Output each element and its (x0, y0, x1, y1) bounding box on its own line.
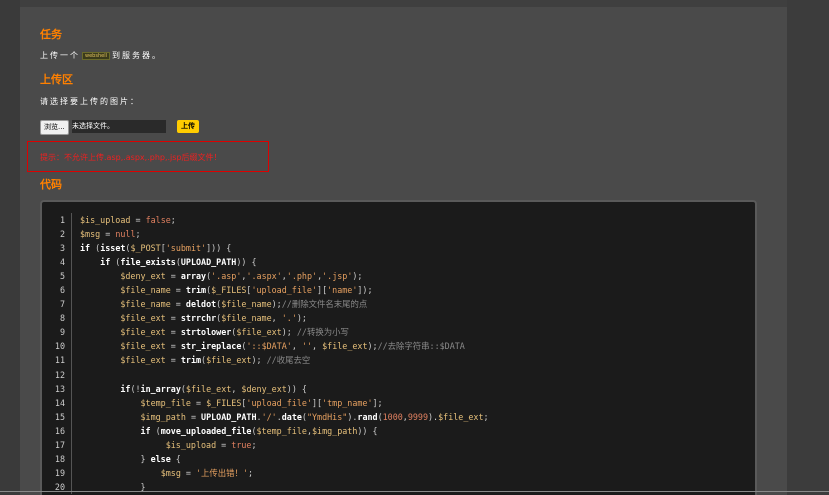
code-line: 4 if (file_exists(UPLOAD_PATH)) { (42, 255, 755, 270)
gutter-divider (71, 297, 72, 312)
upload-button[interactable]: 上传 (177, 120, 199, 133)
code-text: $file_ext = trim($file_ext); //收尾去空 (120, 355, 311, 366)
code-line: 18 } else { (42, 451, 755, 466)
webshell-tag: webshell (82, 51, 110, 60)
gutter-divider (71, 283, 72, 298)
line-number: 1 (59, 215, 65, 225)
code-lines: 1 $is_upload = false; 2 $msg = null; 3 if (is… (42, 213, 755, 494)
gutter-divider (71, 381, 72, 396)
gutter-divider (71, 213, 72, 228)
code-line: 2 $msg = null; (42, 227, 755, 242)
code-text: $img_path = UPLOAD_PATH.'/'.date("YmdHis… (140, 411, 489, 422)
gutter-divider (71, 311, 72, 326)
warning-text: 提示：不允许上传.asp,.aspx,.php,.jsp后缀文件！ (40, 153, 222, 162)
line-number: 3 (59, 243, 65, 254)
code-text: $file_ext = strtolower($file_ext); //转换为… (120, 327, 349, 338)
line-number: 6 (59, 285, 65, 296)
task-heading: 任务 (40, 28, 62, 41)
code-line: 15 $img_path = UPLOAD_PATH.'/'.date("Ymd… (42, 409, 755, 424)
gutter-divider (71, 451, 72, 466)
line-number: 18 (54, 453, 65, 464)
upload-prompt: 请选择要上传的图片： (40, 97, 140, 106)
code-text: $file_name = deldot($file_name);//删除文件名末… (120, 299, 368, 310)
gutter-divider (71, 395, 72, 410)
warning-box: 提示：不允许上传.asp,.aspx,.php,.jsp后缀文件！ (27, 141, 269, 172)
code-text: $is_upload = true; (165, 439, 257, 450)
code-text: if (move_uploaded_file($temp_file,$img_p… (140, 425, 378, 436)
left-margin (0, 0, 20, 495)
code-text: $file_ext = str_ireplace('::$DATA', '', … (120, 341, 465, 352)
task-description: 上传一个 webshell 到服务器。 (40, 50, 162, 61)
gutter-divider (71, 339, 72, 354)
line-number: 5 (59, 271, 65, 282)
line-number: 8 (59, 313, 65, 324)
gutter-divider (71, 325, 72, 340)
line-number: 10 (54, 341, 65, 352)
file-status-label: 未选择文件。 (72, 120, 166, 133)
code-text: if(!in_array($file_ext, $deny_ext)) { (120, 383, 307, 394)
code-text: $temp_file = $_FILES['upload_file']['tmp… (140, 397, 383, 408)
line-number: 13 (54, 383, 65, 394)
line-number: 16 (54, 425, 65, 436)
gutter-divider (71, 437, 72, 452)
code-line: 6 $file_name = trim($_FILES['upload_file… (42, 283, 755, 298)
bottom-divider (0, 491, 829, 492)
line-number: 2 (59, 229, 65, 240)
browse-button[interactable]: 浏览... (40, 120, 69, 135)
code-heading: 代码 (40, 178, 62, 191)
gutter-divider (71, 241, 72, 256)
code-line: 7 $file_name = deldot($file_name);//删除文件… (42, 297, 755, 312)
task-text-before: 上传一个 (40, 51, 80, 60)
line-number: 19 (54, 467, 65, 478)
gutter-divider (71, 269, 72, 284)
code-text: $is_upload = false; (80, 215, 176, 225)
code-line: 16 if (move_uploaded_file($temp_file,$im… (42, 423, 755, 438)
code-line: 14 $temp_file = $_FILES['upload_file']['… (42, 395, 755, 410)
code-text: $msg = null; (80, 229, 141, 240)
line-number: 9 (59, 327, 65, 338)
code-line: 1 $is_upload = false; (42, 213, 755, 228)
gutter-divider (71, 255, 72, 270)
code-line: 8 $file_ext = strrchr($file_name, '.'); (42, 311, 755, 326)
line-number: 17 (54, 439, 65, 450)
code-line: 13 if(!in_array($file_ext, $deny_ext)) { (42, 381, 755, 396)
code-text: } else { (80, 453, 181, 464)
code-text: $file_ext = strrchr($file_name, '.'); (120, 313, 307, 324)
line-number: 11 (54, 355, 65, 366)
code-text: $file_name = trim($_FILES['upload_file']… (120, 285, 373, 296)
line-number: 7 (59, 299, 65, 310)
upload-area-heading: 上传区 (40, 73, 73, 86)
code-block: 1 $is_upload = false; 2 $msg = null; 3 if (is… (40, 200, 757, 495)
code-line: 19 $msg = '上传出错！'; (42, 465, 755, 480)
code-text: $deny_ext = array('.asp','.aspx','.php',… (120, 271, 363, 282)
code-line: 10 $file_ext = str_ireplace('::$DATA', '… (42, 339, 755, 354)
code-text: if (isset($_POST['submit'])) { (80, 243, 232, 254)
code-line: 11 $file_ext = trim($file_ext); //收尾去空 (42, 353, 755, 368)
line-number: 14 (54, 397, 65, 408)
right-margin (787, 0, 829, 495)
line-number: 4 (59, 257, 65, 268)
code-line: 12 (42, 367, 755, 382)
code-text: if (file_exists(UPLOAD_PATH)) { (100, 257, 257, 268)
gutter-divider (71, 367, 72, 382)
gutter-divider (71, 409, 72, 424)
code-line: 3 if (isset($_POST['submit'])) { (42, 241, 755, 256)
code-text: $msg = '上传出错！'; (160, 467, 254, 478)
gutter-divider (71, 423, 72, 438)
code-line: 9 $file_ext = strtolower($file_ext); //转… (42, 325, 755, 340)
gutter-divider (71, 227, 72, 242)
line-number: 15 (54, 411, 65, 422)
task-text-after: 到服务器。 (111, 51, 162, 60)
gutter-divider (71, 465, 72, 480)
gutter-divider (71, 353, 72, 368)
line-number: 12 (54, 369, 65, 380)
code-line: 17 $is_upload = true; (42, 437, 755, 452)
code-line: 5 $deny_ext = array('.asp','.aspx','.php… (42, 269, 755, 284)
